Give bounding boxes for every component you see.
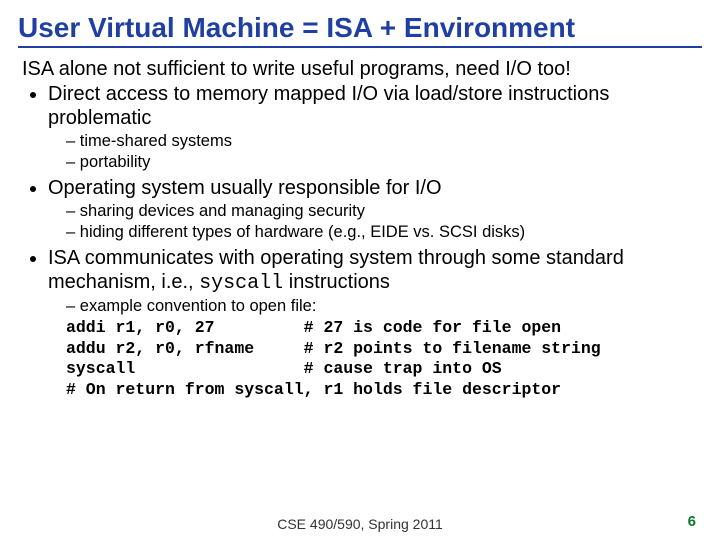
bullet-2-subs: sharing devices and managing security hi… [56,202,702,243]
bullet-3: ISA communicates with operating system t… [48,247,702,400]
bullet-3-post: instructions [283,271,390,293]
bullet-3-code: syscall [199,272,283,295]
code-line-4: # On return from syscall, r1 holds file … [66,380,702,401]
sub-1a: time-shared systems [66,132,702,152]
bullet-1-text: Direct access to memory mapped I/O via l… [48,83,609,129]
bullet-list: Direct access to memory mapped I/O via l… [18,83,702,400]
code-line-2: addu r2, r0, rfname # r2 points to filen… [66,339,702,360]
footer-text: CSE 490/590, Spring 2011 [0,516,720,532]
intro-text: ISA alone not sufficient to write useful… [22,58,702,81]
bullet-2: Operating system usually responsible for… [48,177,702,243]
sub-1b: portability [66,153,702,173]
sub-2a: sharing devices and managing security [66,202,702,222]
code-block: example convention to open file: addi r1… [66,297,702,400]
bullet-1: Direct access to memory mapped I/O via l… [48,83,702,173]
title-rule [18,46,702,48]
sub-2b: hiding different types of hardware (e.g.… [66,223,702,243]
slide-title: User Virtual Machine = ISA + Environment [18,12,702,44]
sub-3a: example convention to open file: [66,297,702,317]
bullet-1-subs: time-shared systems portability [56,132,702,173]
page-number: 6 [688,513,696,530]
bullet-2-text: Operating system usually responsible for… [48,177,442,199]
code-line-3: syscall # cause trap into OS [66,359,702,380]
code-line-1: addi r1, r0, 27 # 27 is code for file op… [66,318,702,339]
